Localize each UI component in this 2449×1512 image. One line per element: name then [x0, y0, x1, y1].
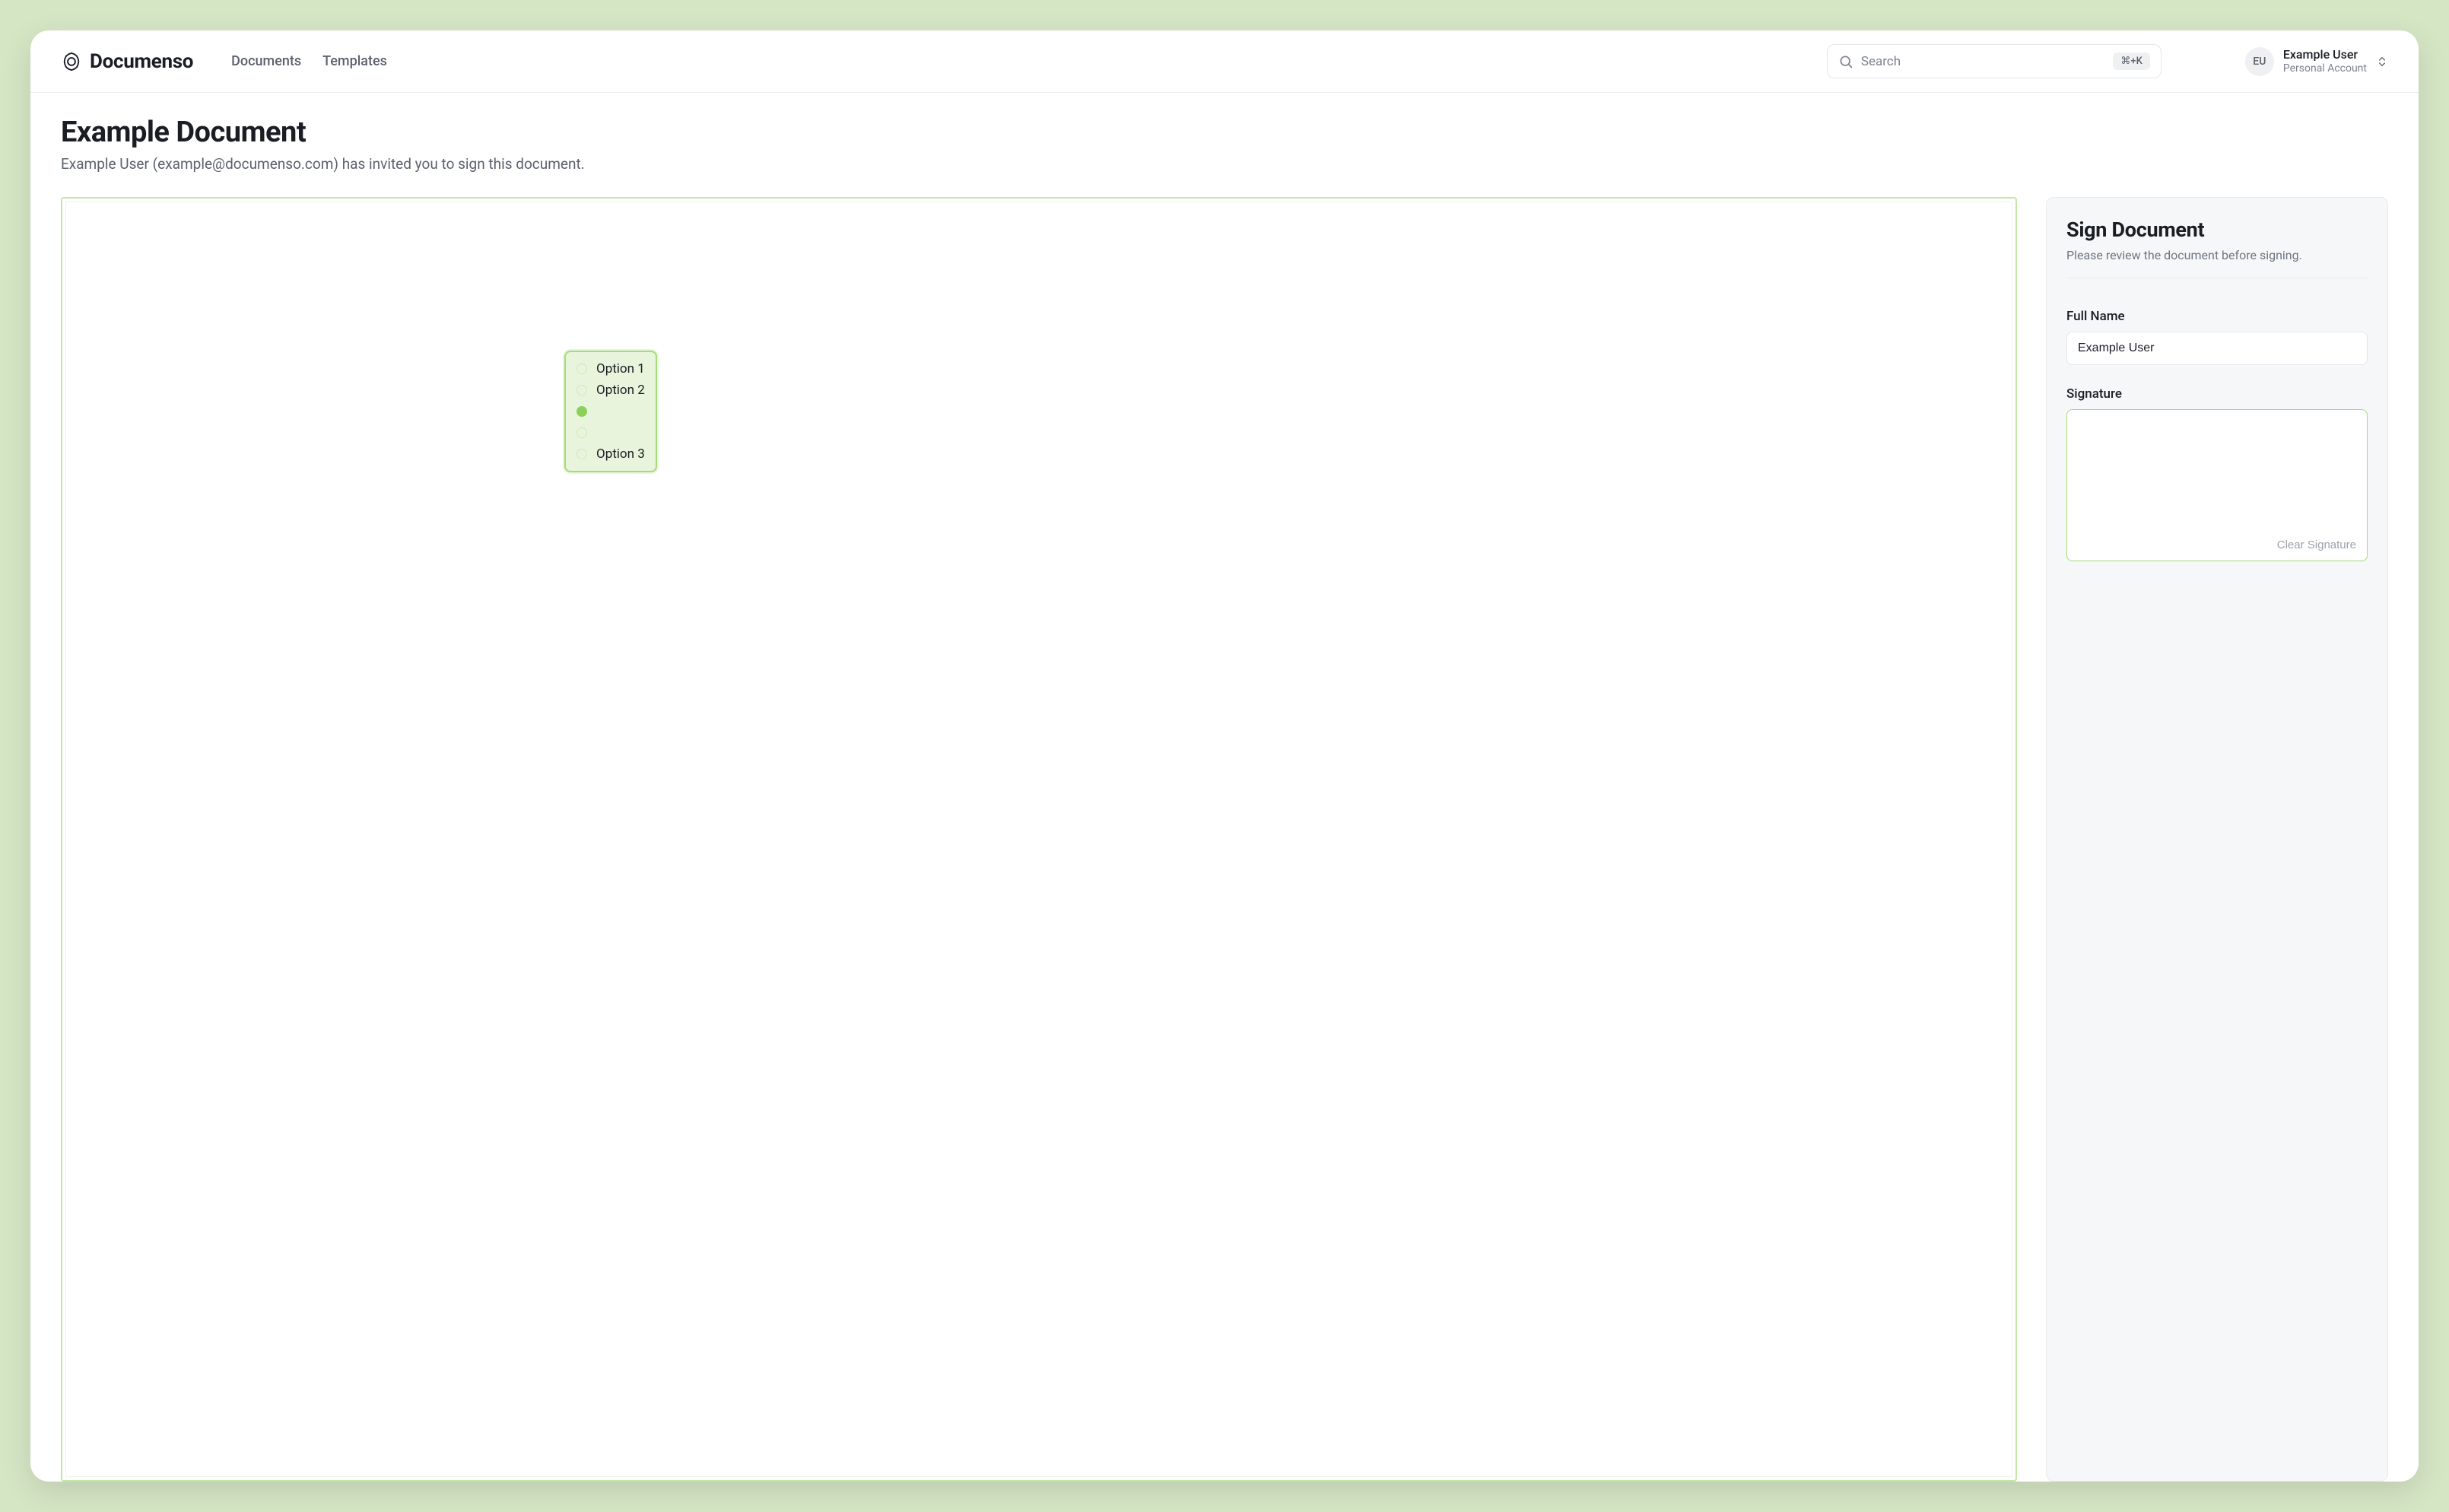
sign-panel-subtext: Please review the document before signin… — [2066, 248, 2368, 262]
content: Example Document Example User (example@d… — [30, 93, 2419, 1482]
radio-icon — [577, 449, 587, 459]
app-window: Documenso Documents Templates Search ⌘+K… — [30, 30, 2419, 1482]
nav-documents[interactable]: Documents — [231, 53, 301, 69]
documenso-logo-icon — [61, 51, 82, 72]
sign-panel-title: Sign Document — [2066, 218, 2368, 242]
account-name: Example User — [2283, 47, 2367, 62]
full-name-input[interactable] — [2066, 332, 2368, 365]
radio-icon — [577, 427, 587, 438]
radio-option[interactable]: Option 1 — [577, 360, 645, 378]
radio-option[interactable]: Option 3 — [577, 445, 645, 463]
radio-label: Option 3 — [596, 446, 645, 462]
main-row: Option 1 Option 2 — [61, 197, 2388, 1482]
radio-field[interactable]: Option 1 Option 2 — [564, 351, 657, 472]
chevron-up-down-icon — [2376, 56, 2388, 68]
radio-icon — [577, 364, 587, 374]
full-name-label: Full Name — [2066, 309, 2368, 324]
radio-label: Option 2 — [596, 383, 645, 398]
document-viewer[interactable]: Option 1 Option 2 — [61, 197, 2017, 1482]
signature-pad[interactable]: Clear Signature — [2066, 409, 2368, 561]
main-nav: Documents Templates — [231, 53, 387, 69]
nav-templates[interactable]: Templates — [322, 53, 387, 69]
account-info: Example User Personal Account — [2283, 47, 2367, 76]
clear-signature-button[interactable]: Clear Signature — [2277, 538, 2356, 551]
header: Documenso Documents Templates Search ⌘+K… — [30, 30, 2419, 93]
search-placeholder: Search — [1861, 54, 2106, 69]
brand-name: Documenso — [90, 50, 193, 73]
radio-option[interactable] — [577, 402, 645, 421]
signature-label: Signature — [2066, 386, 2368, 402]
page-title: Example Document — [61, 116, 2388, 149]
search-input[interactable]: Search ⌘+K — [1827, 44, 2162, 78]
search-icon — [1838, 54, 1853, 69]
account-menu[interactable]: EU Example User Personal Account — [2245, 47, 2388, 76]
account-type: Personal Account — [2283, 62, 2367, 76]
search-wrap: Search ⌘+K — [1827, 44, 2162, 78]
sign-panel: Sign Document Please review the document… — [2046, 197, 2388, 1482]
brand[interactable]: Documenso — [61, 50, 193, 73]
page-subtext: Example User (example@documenso.com) has… — [61, 155, 2388, 173]
radio-label: Option 1 — [596, 361, 645, 376]
radio-option[interactable]: Option 2 — [577, 381, 645, 399]
radio-option[interactable] — [577, 424, 645, 442]
avatar: EU — [2245, 47, 2274, 76]
document-page: Option 1 Option 2 — [65, 202, 2012, 1477]
radio-icon — [577, 406, 587, 417]
search-shortcut: ⌘+K — [2113, 52, 2149, 70]
radio-icon — [577, 385, 587, 395]
